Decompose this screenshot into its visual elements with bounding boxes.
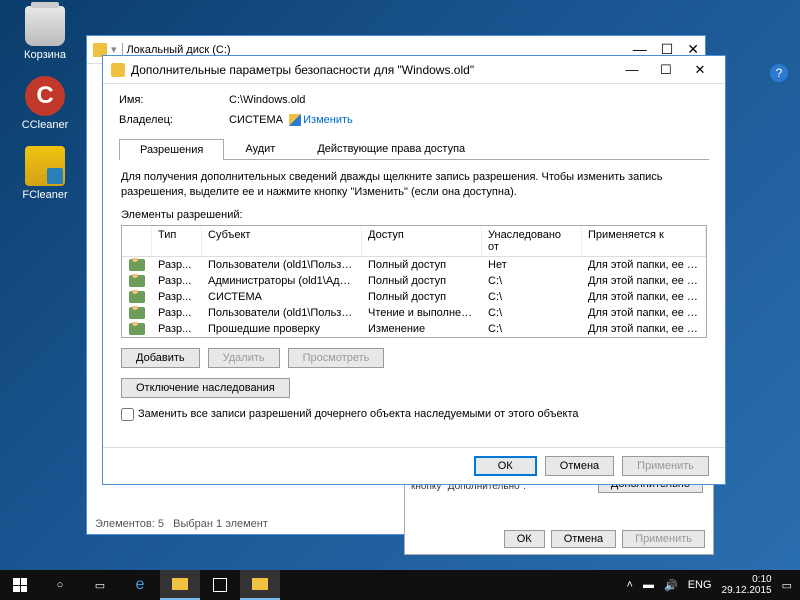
windows-logo-icon <box>13 578 27 592</box>
users-icon <box>129 291 145 303</box>
cell-access: Полный доступ <box>362 274 482 288</box>
ok-button[interactable]: ОК <box>474 456 537 476</box>
cell-subject: Прошедшие проверку <box>202 322 362 336</box>
ccleaner-icon <box>25 76 65 116</box>
explorer-title-text: Локальный диск (C:) <box>126 44 230 56</box>
cancel-button[interactable]: Отмена <box>551 530 616 548</box>
icon-label: FCleaner <box>10 189 80 201</box>
col-type[interactable]: Тип <box>152 226 202 256</box>
minimize-icon[interactable]: — <box>615 58 649 82</box>
table-row[interactable]: Разр...Пользователи (old1\Пользо...Полны… <box>122 257 706 273</box>
folder-taskbar-button[interactable] <box>240 570 280 600</box>
fcleaner-icon <box>25 146 65 186</box>
cell-access: Чтение и выполнение <box>362 306 482 320</box>
cell-type: Разр... <box>152 322 202 336</box>
cell-access: Полный доступ <box>362 290 482 304</box>
desktop-icon-recycle[interactable]: Корзина <box>10 6 80 61</box>
cell-inherited: C:\ <box>482 322 582 336</box>
close-icon[interactable]: ✕ <box>683 58 717 82</box>
cell-inherited: C:\ <box>482 290 582 304</box>
apply-button[interactable]: Применить <box>622 456 709 476</box>
owner-label: Владелец: <box>119 114 229 126</box>
cell-access: Изменение <box>362 322 482 336</box>
search-button[interactable]: ○ <box>40 570 80 600</box>
language-indicator[interactable]: ENG <box>688 579 712 591</box>
cell-subject: Администраторы (old1\Адм... <box>202 274 362 288</box>
tab-effective[interactable]: Действующие права доступа <box>296 138 486 159</box>
col-applies[interactable]: Применяется к <box>582 226 706 256</box>
cell-access: Полный доступ <box>362 258 482 272</box>
col-access[interactable]: Доступ <box>362 226 482 256</box>
cell-subject: Пользователи (old1\Пользо... <box>202 258 362 272</box>
help-icon[interactable]: ? <box>770 64 788 82</box>
cell-subject: Пользователи (old1\Пользо... <box>202 306 362 320</box>
edge-button[interactable]: e <box>120 570 160 600</box>
tab-audit[interactable]: Аудит <box>224 138 296 159</box>
explorer-statusbar: Элементов: 5 Выбран 1 элемент <box>95 518 268 530</box>
users-icon <box>129 259 145 271</box>
icon-label: Корзина <box>10 49 80 61</box>
elements-label: Элементы разрешений: <box>121 209 707 221</box>
replace-entries-checkbox[interactable] <box>121 408 134 421</box>
taskbar: ○ ▭ e ˄ ▬ 🔊 ENG 0:10 29.12.2015 ▭ <box>0 570 800 600</box>
view-button[interactable]: Просмотреть <box>288 348 385 368</box>
cell-subject: СИСТЕМА <box>202 290 362 304</box>
cell-applies: Для этой папки, ее подпапок ... <box>582 306 706 320</box>
replace-entries-label: Заменить все записи разрешений дочернего… <box>138 408 579 420</box>
col-inherited[interactable]: Унаследовано от <box>482 226 582 256</box>
network-icon[interactable]: ▬ <box>643 579 654 591</box>
clock[interactable]: 0:10 29.12.2015 <box>722 574 772 596</box>
users-icon <box>129 323 145 335</box>
apply-button[interactable]: Применить <box>622 530 705 548</box>
cell-applies: Для этой папки, ее подпапок ... <box>582 274 706 288</box>
name-value: C:\Windows.old <box>229 94 305 106</box>
cell-inherited: C:\ <box>482 274 582 288</box>
volume-icon[interactable]: 🔊 <box>664 579 678 592</box>
cancel-button[interactable]: Отмена <box>545 456 614 476</box>
folder-icon <box>111 63 125 77</box>
table-row[interactable]: Разр...Администраторы (old1\Адм...Полный… <box>122 273 706 289</box>
maximize-icon[interactable]: ☐ <box>649 58 683 82</box>
cell-inherited: Нет <box>482 258 582 272</box>
owner-value: СИСТЕМА <box>229 114 283 126</box>
notifications-icon[interactable]: ▭ <box>782 579 792 592</box>
explorer-taskbar-button[interactable] <box>160 570 200 600</box>
col-subject[interactable]: Субъект <box>202 226 362 256</box>
shield-icon <box>289 114 301 126</box>
permissions-table: Тип Субъект Доступ Унаследовано от Приме… <box>121 225 707 338</box>
taskview-button[interactable]: ▭ <box>80 570 120 600</box>
users-icon <box>129 307 145 319</box>
table-row[interactable]: Разр...Пользователи (old1\Пользо...Чтени… <box>122 305 706 321</box>
table-row[interactable]: Разр...СИСТЕМАПолный доступC:\Для этой п… <box>122 289 706 305</box>
cell-type: Разр... <box>152 290 202 304</box>
cell-type: Разр... <box>152 258 202 272</box>
dialog-title: Дополнительные параметры безопасности дл… <box>131 63 474 77</box>
remove-button[interactable]: Удалить <box>208 348 280 368</box>
icon-label: CCleaner <box>10 119 80 131</box>
security-titlebar[interactable]: Дополнительные параметры безопасности дл… <box>103 56 725 84</box>
security-dialog: Дополнительные параметры безопасности дл… <box>102 55 726 485</box>
add-button[interactable]: Добавить <box>121 348 200 368</box>
cell-inherited: C:\ <box>482 306 582 320</box>
permissions-hint: Для получения дополнительных сведений дв… <box>121 170 707 201</box>
recycle-bin-icon <box>25 6 65 46</box>
users-icon <box>129 275 145 287</box>
cell-applies: Для этой папки, ее подпапок ... <box>582 258 706 272</box>
store-button[interactable] <box>200 570 240 600</box>
desktop-icon-fcleaner[interactable]: FCleaner <box>10 146 80 201</box>
name-label: Имя: <box>119 94 229 106</box>
desktop-icon-ccleaner[interactable]: CCleaner <box>10 76 80 131</box>
cell-applies: Для этой папки, ее подпапок ... <box>582 290 706 304</box>
tab-strip: Разрешения Аудит Действующие права досту… <box>119 138 709 160</box>
cell-type: Разр... <box>152 274 202 288</box>
table-row[interactable]: Разр...Прошедшие проверкуИзменениеC:\Для… <box>122 321 706 337</box>
cell-applies: Для этой папки, ее подпапок ... <box>582 322 706 336</box>
cell-type: Разр... <box>152 306 202 320</box>
disable-inheritance-button[interactable]: Отключение наследования <box>121 378 290 398</box>
change-owner-link[interactable]: Изменить <box>303 114 353 126</box>
tray-chevron-icon[interactable]: ˄ <box>627 579 633 591</box>
ok-button[interactable]: ОК <box>504 530 545 548</box>
start-button[interactable] <box>0 570 40 600</box>
tab-permissions[interactable]: Разрешения <box>119 139 224 160</box>
